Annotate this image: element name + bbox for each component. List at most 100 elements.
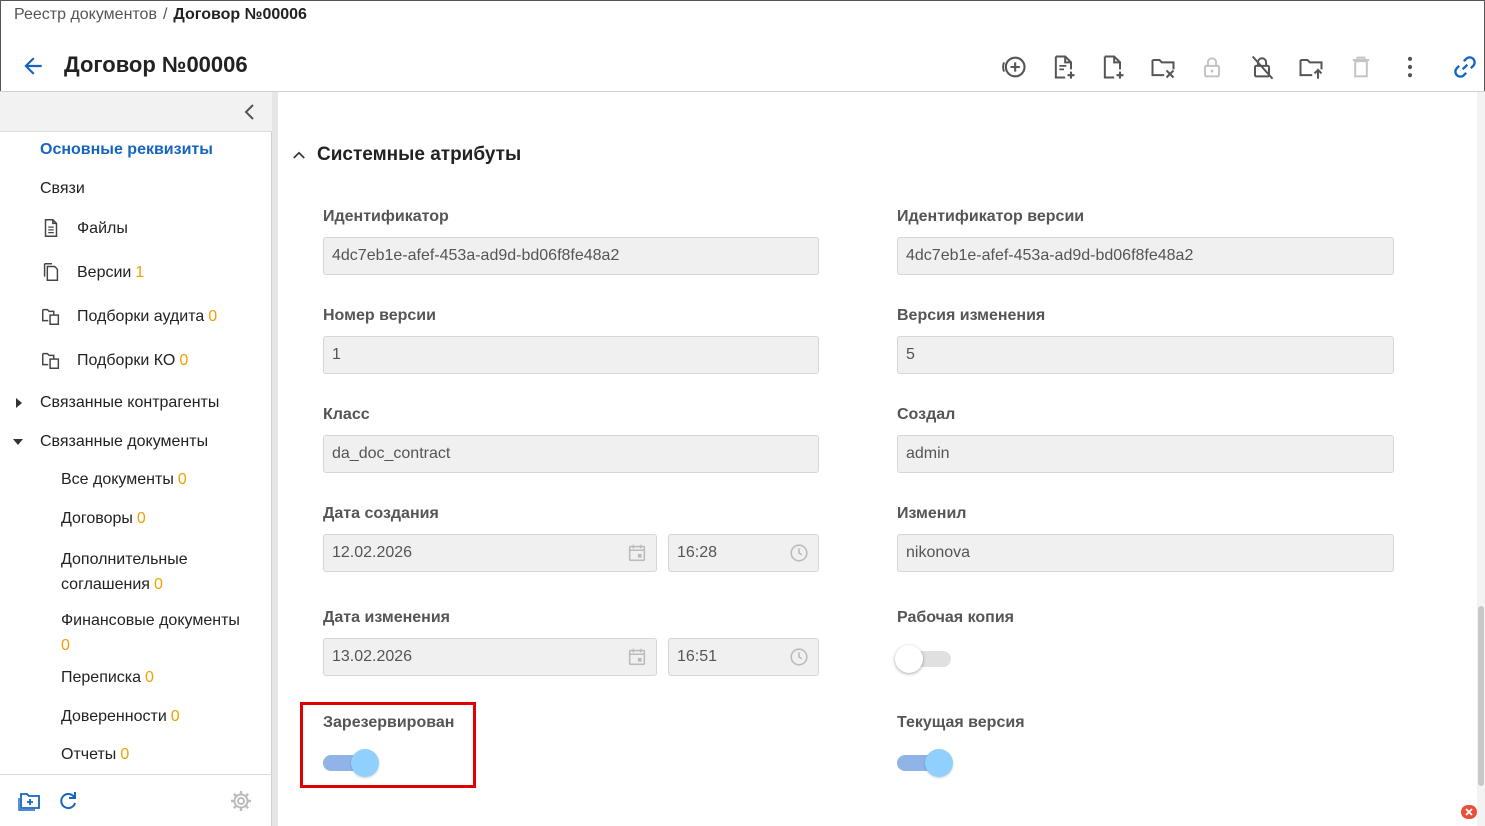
sidebar-item-label: Связи	[40, 180, 85, 197]
chevron-up-icon[interactable]	[290, 146, 308, 164]
toggle-knob	[925, 749, 953, 777]
sidebar-header	[0, 92, 272, 132]
change-version-field[interactable]: 5	[897, 336, 1394, 374]
chevron-left-icon[interactable]	[238, 100, 262, 124]
current-version-label: Текущая версия	[897, 714, 1025, 731]
sidebar-item-count: 0	[136, 510, 146, 527]
folder-remove-icon	[1151, 59, 1175, 79]
lock-button	[1195, 50, 1229, 84]
main-content: Системные атрибуты Идентификатор 4dc7eb1…	[278, 92, 1485, 826]
new-document-button[interactable]	[1047, 50, 1081, 84]
modified-time-field[interactable]: 16:51	[668, 638, 819, 676]
caret-right-icon[interactable]	[13, 397, 25, 409]
clock-icon[interactable]	[788, 542, 810, 564]
sidebar-item-label: Связанные документы	[40, 433, 209, 450]
more-button[interactable]	[1393, 50, 1427, 84]
created-time-field[interactable]: 16:28	[668, 534, 819, 572]
sidebar-item-main-details[interactable]: Основные реквизиты	[40, 141, 213, 159]
refresh-icon[interactable]	[56, 789, 80, 813]
breadcrumb-root[interactable]: Реестр документов	[14, 6, 157, 23]
working-copy-label: Рабочая копия	[897, 609, 1014, 626]
sidebar-item-count: 0	[170, 708, 180, 725]
sidebar-item-label: Договоры	[61, 510, 133, 527]
sidebar-item-powers-of-attorney[interactable]: Доверенности 0	[61, 708, 180, 726]
sidebar-item-correspondence[interactable]: Переписка 0	[61, 669, 154, 687]
created-date-field[interactable]: 12.02.2026	[323, 534, 657, 572]
remove-from-folder-button[interactable]	[1146, 50, 1180, 84]
sidebar-item-reports[interactable]: Отчеты 0	[61, 746, 129, 764]
sidebar-item-contracts[interactable]: Договоры 0	[61, 510, 146, 528]
sidebar-item-all-documents[interactable]: Все документы 0	[61, 471, 187, 489]
folder-upload-icon	[1299, 59, 1323, 79]
sidebar-item-links[interactable]: Связи	[40, 180, 85, 198]
section-title: Системные атрибуты	[317, 144, 522, 165]
file-add-icon	[1054, 55, 1075, 79]
sidebar-item-count: 0	[120, 746, 130, 763]
sidebar: Основные реквизиты Связи Файлы Версии 1 П…	[0, 92, 272, 826]
sidebar-item-ko-selections[interactable]: Подборки КО 0	[77, 352, 188, 370]
lock-off-icon	[1251, 55, 1274, 80]
modified-by-label: Изменил	[897, 505, 967, 522]
version-number-field[interactable]: 1	[323, 336, 819, 374]
version-number-value: 1	[332, 346, 341, 363]
sidebar-item-label: Подборки КО	[77, 352, 176, 369]
more-vertical-icon	[1407, 56, 1413, 78]
scrollbar-thumb[interactable]	[1478, 606, 1484, 786]
class-field[interactable]: da_doc_contract	[323, 435, 819, 473]
breadcrumb-separator: /	[162, 6, 168, 23]
sidebar-item-label: Основные реквизиты	[40, 141, 213, 158]
class-value: da_doc_contract	[332, 445, 451, 462]
caret-down-icon[interactable]	[12, 436, 24, 448]
sidebar-item-label: Переписка	[61, 669, 142, 686]
created-time-value: 16:28	[677, 544, 718, 561]
calendar-icon[interactable]	[626, 646, 648, 668]
file-plus-icon	[1103, 55, 1124, 79]
version-id-label: Идентификатор версии	[897, 208, 1085, 225]
id-label: Идентификатор	[323, 208, 449, 225]
version-id-field[interactable]: 4dc7eb1e-afef-453a-ad9d-bd06f8fe48a2	[897, 237, 1394, 275]
modified-by-field[interactable]: nikonova	[897, 534, 1394, 572]
sidebar-item-count: 1	[135, 264, 145, 281]
new-file-button[interactable]	[1096, 50, 1130, 84]
sidebar-item-additional-agreements[interactable]: Дополнительные соглашения 0	[61, 547, 188, 597]
id-field[interactable]: 4dc7eb1e-afef-453a-ad9d-bd06f8fe48a2	[323, 237, 819, 275]
file-text-icon	[44, 219, 58, 237]
sidebar-item-count: 0	[145, 669, 154, 686]
gear-icon[interactable]	[229, 789, 253, 813]
sidebar-item-label: Дополнительные	[61, 551, 188, 568]
created-by-field[interactable]: admin	[897, 435, 1394, 473]
error-close-icon[interactable]	[1461, 804, 1477, 820]
main-scrollbar[interactable]	[1477, 92, 1485, 826]
sidebar-item-versions[interactable]: Версии 1	[77, 264, 144, 282]
sidebar-item-related-documents[interactable]: Связанные документы	[40, 433, 208, 451]
toolbar	[0, 50, 1485, 84]
create-button[interactable]	[997, 50, 1031, 84]
sidebar-item-label: Финансовые документы	[61, 612, 240, 629]
calendar-icon[interactable]	[626, 542, 648, 564]
modified-date-field[interactable]: 13.02.2026	[323, 638, 657, 676]
sidebar-item-count: 0	[177, 471, 187, 488]
sidebar-item-files[interactable]: Файлы	[77, 220, 128, 238]
add-circle-icon	[1002, 56, 1026, 78]
move-to-folder-button[interactable]	[1294, 50, 1328, 84]
working-copy-toggle[interactable]	[895, 644, 955, 673]
link-icon	[1454, 56, 1476, 78]
sidebar-item-label: Файлы	[77, 220, 128, 237]
current-version-toggle[interactable]	[895, 748, 955, 777]
sidebar-item-financial-documents[interactable]: Финансовые документы 0	[61, 608, 240, 658]
clock-icon[interactable]	[788, 646, 810, 668]
sidebar-item-label: соглашения	[61, 576, 150, 593]
reserved-highlight-box	[300, 702, 476, 788]
modified-time-value: 16:51	[677, 648, 718, 665]
folder-add-icon[interactable]	[18, 789, 42, 813]
created-by-label: Создал	[897, 406, 956, 423]
modified-by-value: nikonova	[906, 544, 971, 561]
sidebar-item-count: 0	[61, 637, 70, 654]
copy-link-button[interactable]	[1448, 50, 1482, 84]
unlock-button[interactable]	[1245, 50, 1279, 84]
sidebar-item-audit-selections[interactable]: Подборки аудита 0	[77, 308, 217, 326]
sidebar-item-label: Отчеты	[61, 746, 117, 763]
sidebar-item-count: 0	[153, 576, 163, 593]
lock-icon	[1204, 57, 1220, 78]
sidebar-item-related-counterparties[interactable]: Связанные контрагенты	[40, 394, 219, 412]
